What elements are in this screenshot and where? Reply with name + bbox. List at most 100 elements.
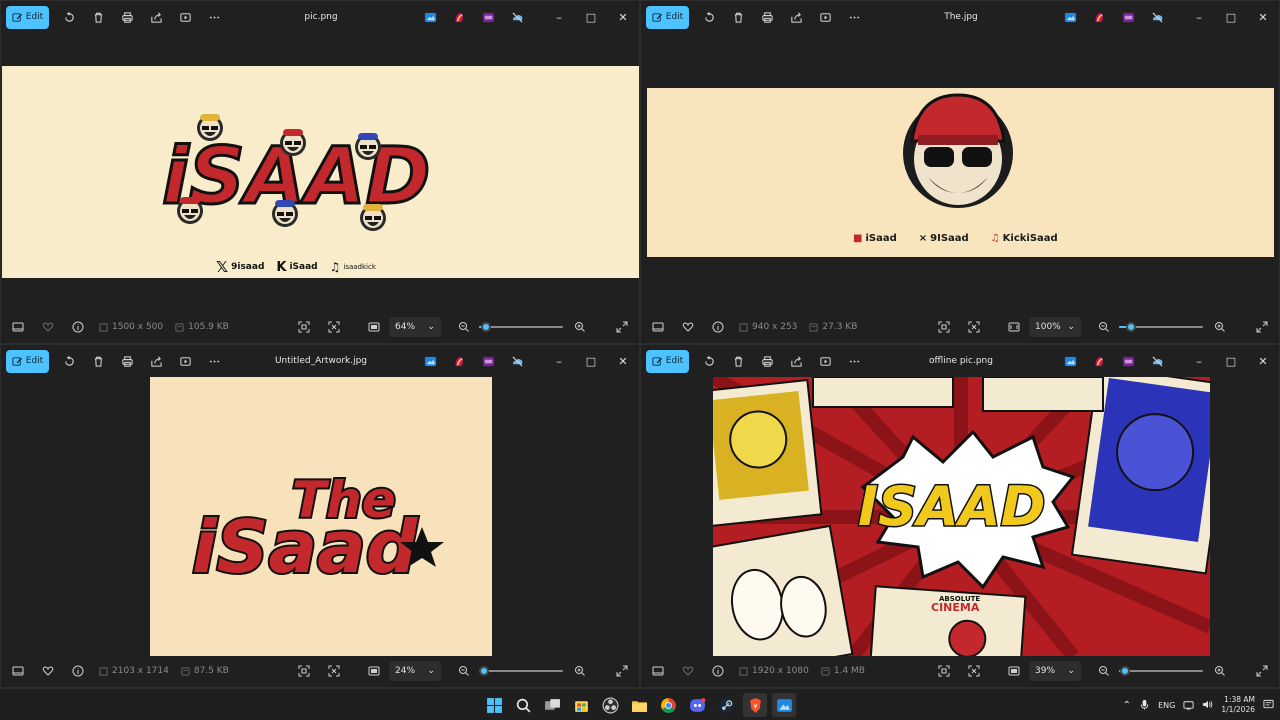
info-icon[interactable] <box>703 656 733 686</box>
zoom-out-icon[interactable] <box>449 312 479 342</box>
image-canvas[interactable]: ISAAD ABSOLUTE CINEMA <box>641 377 1279 656</box>
full-screen-icon[interactable] <box>1247 656 1277 686</box>
filmstrip-icon[interactable] <box>643 312 673 342</box>
edit-button[interactable]: Edit <box>646 349 689 373</box>
microphone-icon[interactable] <box>1139 699 1150 712</box>
rotate-icon[interactable] <box>55 349 84 373</box>
steam-icon[interactable] <box>714 693 738 717</box>
minimize-button[interactable]: – <box>1183 1 1215 33</box>
close-button[interactable]: ✕ <box>1247 345 1279 377</box>
search-icon[interactable] <box>511 693 535 717</box>
share-icon[interactable] <box>782 5 811 29</box>
fit-to-window-icon[interactable] <box>929 312 959 342</box>
clock[interactable]: 1:38 AM 1/1/2026 <box>1221 695 1255 715</box>
more-options-icon[interactable] <box>200 349 229 373</box>
minimize-button[interactable]: – <box>543 1 575 33</box>
favorite-heart-icon[interactable] <box>673 656 703 686</box>
photos-app-icon[interactable] <box>421 8 439 26</box>
favorite-heart-icon[interactable] <box>673 312 703 342</box>
delete-icon[interactable] <box>84 5 113 29</box>
zoom-slider-thumb[interactable] <box>1126 322 1136 332</box>
file-explorer-icon[interactable] <box>627 693 651 717</box>
photos-icon[interactable] <box>772 693 796 717</box>
rotate-icon[interactable] <box>55 5 84 29</box>
clipchamp-app-icon[interactable] <box>479 352 497 370</box>
zoom-slider[interactable] <box>1119 664 1203 678</box>
fill-window-icon[interactable] <box>999 312 1029 342</box>
rotate-icon[interactable] <box>695 5 724 29</box>
clipchamp-app-icon[interactable] <box>1119 352 1137 370</box>
maximize-button[interactable]: □ <box>575 345 607 377</box>
photos-app-icon[interactable] <box>421 352 439 370</box>
designer-app-icon[interactable] <box>450 8 468 26</box>
rotate-icon[interactable] <box>695 349 724 373</box>
onedrive-off-icon[interactable] <box>508 8 526 26</box>
zoom-slider[interactable] <box>479 320 563 334</box>
photos-window-3[interactable]: Edit Untitled_Artwork.jpg – □ ✕ The iSaa… <box>0 344 640 688</box>
slideshow-icon[interactable] <box>171 5 200 29</box>
filmstrip-icon[interactable] <box>3 312 33 342</box>
zoom-slider-thumb[interactable] <box>1120 666 1130 676</box>
favorite-heart-icon[interactable] <box>33 656 63 686</box>
photos-window-2[interactable]: Edit The.jpg – □ ✕ ■ iSaad × 9ISaad ♫ Ki… <box>640 0 1280 344</box>
fill-window-icon[interactable] <box>359 656 389 686</box>
full-screen-icon[interactable] <box>607 656 637 686</box>
zoom-in-icon[interactable] <box>565 312 595 342</box>
zoom-in-icon[interactable] <box>1205 312 1235 342</box>
share-icon[interactable] <box>782 349 811 373</box>
full-screen-icon[interactable] <box>1247 312 1277 342</box>
print-icon[interactable] <box>113 5 142 29</box>
zoom-in-icon[interactable] <box>565 656 595 686</box>
zoom-in-icon[interactable] <box>1205 656 1235 686</box>
maximize-button[interactable]: □ <box>1215 345 1247 377</box>
actual-size-icon[interactable] <box>319 312 349 342</box>
filmstrip-icon[interactable] <box>3 656 33 686</box>
designer-app-icon[interactable] <box>1090 8 1108 26</box>
fill-window-icon[interactable] <box>999 656 1029 686</box>
microsoft-store-icon[interactable] <box>569 693 593 717</box>
fit-to-window-icon[interactable] <box>929 656 959 686</box>
minimize-button[interactable]: – <box>543 345 575 377</box>
task-view-icon[interactable] <box>540 693 564 717</box>
clipchamp-app-icon[interactable] <box>1119 8 1137 26</box>
edit-button[interactable]: Edit <box>6 5 49 29</box>
share-icon[interactable] <box>142 349 171 373</box>
photos-app-icon[interactable] <box>1061 8 1079 26</box>
full-screen-icon[interactable] <box>607 312 637 342</box>
zoom-slider-thumb[interactable] <box>479 666 489 676</box>
brave-icon[interactable] <box>743 693 767 717</box>
notification-icon[interactable] <box>1263 699 1274 712</box>
more-options-icon[interactable] <box>840 349 869 373</box>
zoom-out-icon[interactable] <box>1089 312 1119 342</box>
actual-size-icon[interactable] <box>319 656 349 686</box>
edit-button[interactable]: Edit <box>646 5 689 29</box>
designer-app-icon[interactable] <box>450 352 468 370</box>
image-canvas[interactable]: The iSaad <box>1 377 639 656</box>
zoom-level-dropdown[interactable]: 39% ⌄ <box>1029 661 1081 681</box>
language-indicator[interactable]: ENG <box>1158 701 1175 710</box>
share-icon[interactable] <box>142 5 171 29</box>
onedrive-off-icon[interactable] <box>1148 352 1166 370</box>
image-canvas[interactable]: iSAAD 𝕏 9isaad KiSaad ♫ isaadkick <box>1 33 639 312</box>
close-button[interactable]: ✕ <box>1247 1 1279 33</box>
close-button[interactable]: ✕ <box>607 345 639 377</box>
title-bar[interactable]: Edit offline pic.png – □ ✕ <box>641 345 1279 377</box>
close-button[interactable]: ✕ <box>607 1 639 33</box>
minimize-button[interactable]: – <box>1183 345 1215 377</box>
zoom-level-dropdown[interactable]: 24% ⌄ <box>389 661 441 681</box>
actual-size-icon[interactable] <box>959 656 989 686</box>
slideshow-icon[interactable] <box>811 5 840 29</box>
zoom-level-dropdown[interactable]: 100% ⌄ <box>1029 317 1081 337</box>
maximize-button[interactable]: □ <box>1215 1 1247 33</box>
delete-icon[interactable] <box>724 349 753 373</box>
zoom-level-dropdown[interactable]: 64% ⌄ <box>389 317 441 337</box>
info-icon[interactable] <box>703 312 733 342</box>
edit-button[interactable]: Edit <box>6 349 49 373</box>
zoom-out-icon[interactable] <box>1089 656 1119 686</box>
clipchamp-app-icon[interactable] <box>479 8 497 26</box>
zoom-slider[interactable] <box>479 664 563 678</box>
slideshow-icon[interactable] <box>811 349 840 373</box>
onedrive-off-icon[interactable] <box>508 352 526 370</box>
info-icon[interactable] <box>63 656 93 686</box>
filmstrip-icon[interactable] <box>643 656 673 686</box>
